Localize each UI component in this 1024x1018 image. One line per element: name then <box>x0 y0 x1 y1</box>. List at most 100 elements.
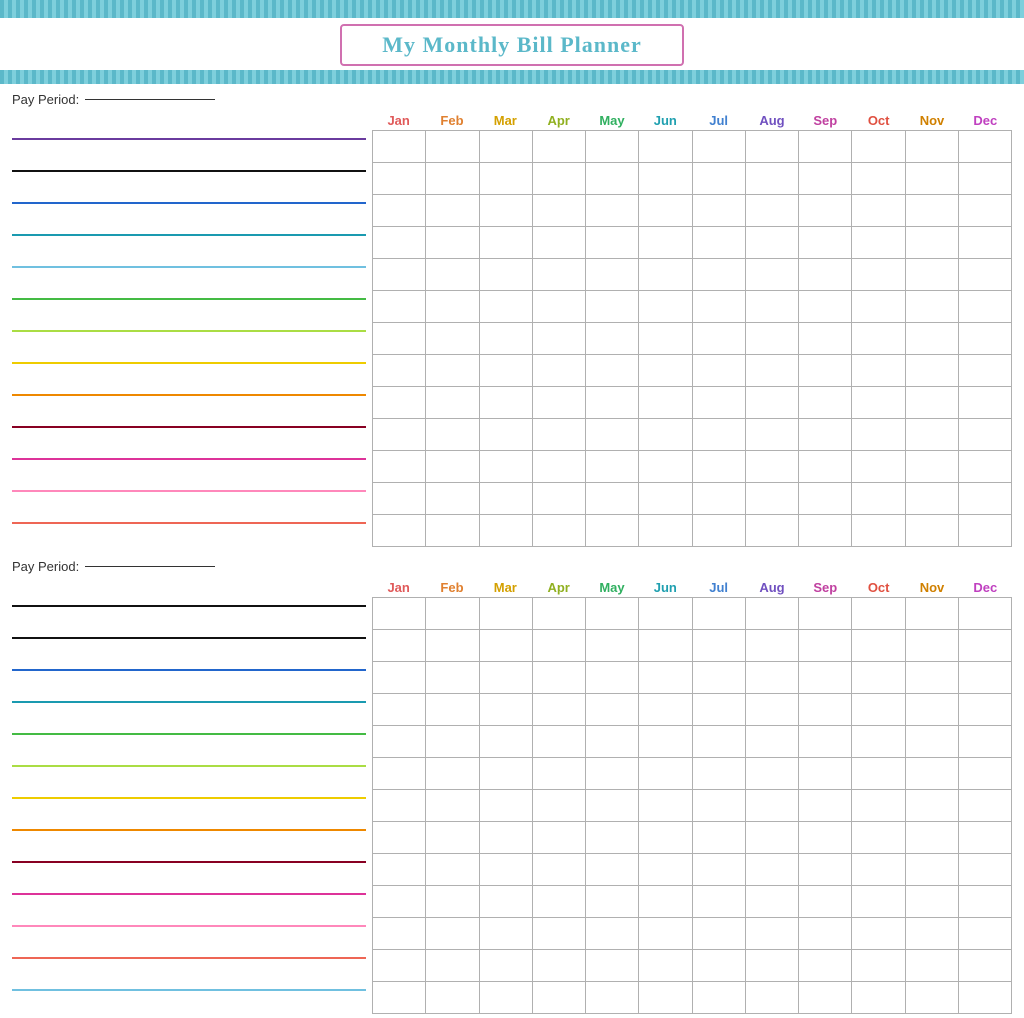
grid-cell <box>639 291 692 323</box>
pay-period-line-1 <box>85 99 215 100</box>
grid-cell <box>799 726 852 758</box>
month-header-jul: Jul <box>692 111 745 130</box>
grid-cell <box>586 886 639 918</box>
grid-cell <box>799 355 852 387</box>
line-item <box>12 706 366 738</box>
line-item <box>12 802 366 834</box>
grid-cell <box>799 227 852 259</box>
grid-cell <box>373 227 426 259</box>
grid-cell <box>373 726 426 758</box>
line-item <box>12 111 366 143</box>
grid-cell <box>852 419 905 451</box>
grid-cell <box>479 387 532 419</box>
grid-cell <box>373 195 426 227</box>
grid-cell <box>799 982 852 1014</box>
grid-cell <box>586 515 639 547</box>
grid-cell <box>905 227 958 259</box>
grid-cell <box>639 726 692 758</box>
grid-cell <box>692 726 745 758</box>
table-row <box>373 131 1012 163</box>
colored-line <box>12 925 366 927</box>
grid-cell <box>905 694 958 726</box>
month-header-sep: Sep <box>799 111 852 130</box>
grid-cell <box>745 982 798 1014</box>
grid-cell <box>852 483 905 515</box>
grid-cell <box>426 918 479 950</box>
grid-cell <box>692 163 745 195</box>
line-item <box>12 898 366 930</box>
grid-cell <box>799 387 852 419</box>
grid-cell <box>745 726 798 758</box>
line-item <box>12 770 366 802</box>
grid-cell <box>692 419 745 451</box>
grid-cell <box>373 259 426 291</box>
page-title: My Monthly Bill Planner <box>382 32 642 57</box>
colored-line <box>12 765 366 767</box>
grid-cell <box>639 259 692 291</box>
line-item <box>12 335 366 367</box>
grid-cell <box>692 387 745 419</box>
grid-cell <box>745 291 798 323</box>
line-item <box>12 578 366 610</box>
line-item <box>12 962 366 994</box>
grid-cell <box>852 163 905 195</box>
grid-cell <box>692 323 745 355</box>
grid-cell <box>639 630 692 662</box>
grid-table-2 <box>372 597 1012 1014</box>
grid-cell <box>852 886 905 918</box>
grid-cell <box>586 227 639 259</box>
grid-cell <box>479 662 532 694</box>
grid-cell <box>373 451 426 483</box>
grid-cell <box>745 854 798 886</box>
grid-cell <box>958 355 1011 387</box>
month-header-apr: Apr <box>532 111 585 130</box>
grid-cell <box>692 291 745 323</box>
month-header-dec: Dec <box>959 578 1012 597</box>
grid-cell <box>586 291 639 323</box>
grid-cell <box>639 662 692 694</box>
grid-cell <box>479 227 532 259</box>
line-item <box>12 495 366 527</box>
grid-cell <box>958 630 1011 662</box>
grid-cell <box>692 950 745 982</box>
grid-cell <box>852 726 905 758</box>
grid-cell <box>905 451 958 483</box>
line-item <box>12 431 366 463</box>
grid-cell <box>958 790 1011 822</box>
grid-cell <box>532 131 585 163</box>
colored-line <box>12 394 366 396</box>
grid-cell <box>852 227 905 259</box>
line-item <box>12 738 366 770</box>
grid-cell <box>426 483 479 515</box>
grid-cell <box>586 323 639 355</box>
grid-cell <box>905 918 958 950</box>
grid-cell <box>905 662 958 694</box>
line-item <box>12 175 366 207</box>
section-2: Pay Period: JanFebMarAprMayJunJulAugSepO… <box>0 551 1024 1018</box>
grid-cell <box>426 598 479 630</box>
grid-cell <box>745 323 798 355</box>
grid-cell <box>426 387 479 419</box>
grid-cell <box>586 950 639 982</box>
grid-cell <box>479 982 532 1014</box>
colored-line <box>12 490 366 492</box>
colored-line <box>12 458 366 460</box>
grid-cell <box>373 163 426 195</box>
table-row <box>373 950 1012 982</box>
grid-cell <box>905 195 958 227</box>
grid-cell <box>373 822 426 854</box>
grid-cell <box>852 790 905 822</box>
grid-cell <box>799 451 852 483</box>
grid-cell <box>426 726 479 758</box>
colored-line <box>12 330 366 332</box>
grid-cell <box>532 291 585 323</box>
grid-cell <box>532 886 585 918</box>
grid-table-1 <box>372 130 1012 547</box>
grid-cell <box>692 790 745 822</box>
grid-cell <box>532 758 585 790</box>
grid-cell <box>692 483 745 515</box>
grid-cell <box>958 822 1011 854</box>
grid-col-1: JanFebMarAprMayJunJulAugSepOctNovDec <box>372 111 1012 547</box>
colored-line <box>12 170 366 172</box>
grid-cell <box>373 854 426 886</box>
